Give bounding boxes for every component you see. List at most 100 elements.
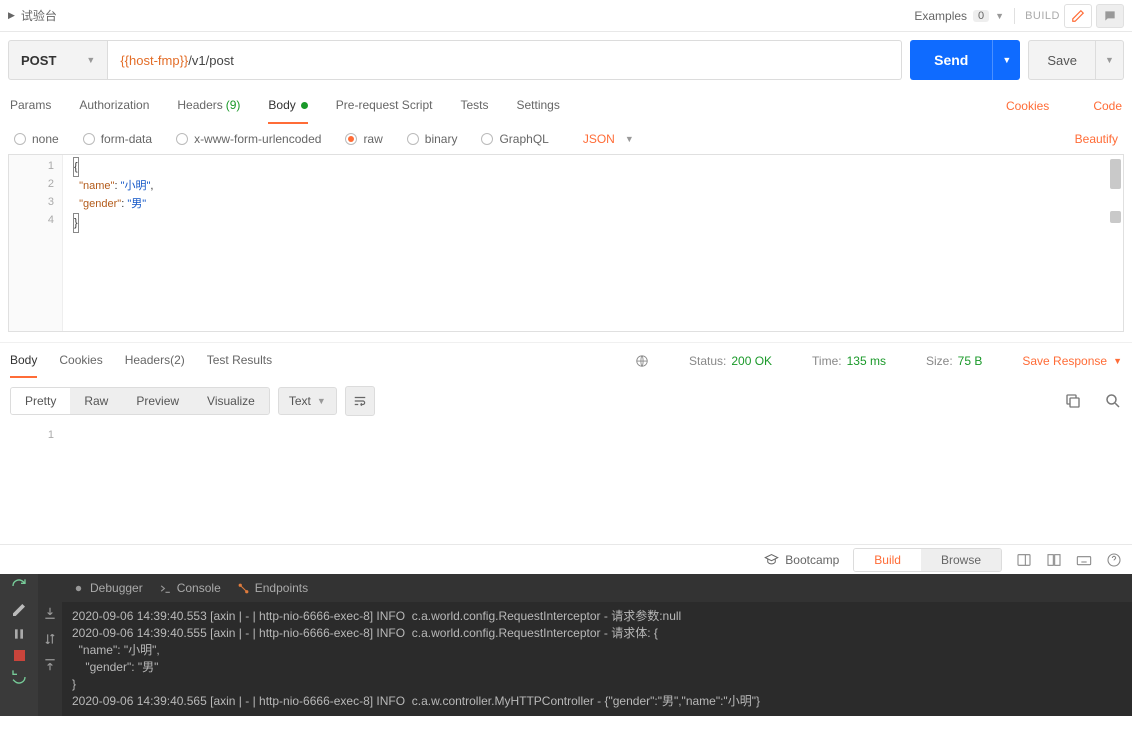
- comment-icon: [1103, 9, 1117, 23]
- tab-body[interactable]: Body: [268, 88, 307, 124]
- two-pane-icon[interactable]: [1046, 552, 1062, 568]
- download-icon[interactable]: [43, 606, 57, 620]
- url-input[interactable]: {{host-fmp}}/v1/post: [108, 40, 902, 80]
- chevron-down-icon: ▼: [86, 55, 95, 65]
- radio-binary[interactable]: binary: [407, 132, 458, 146]
- console-tab-debugger[interactable]: Debugger: [72, 581, 143, 595]
- comment-icon-button[interactable]: [1096, 4, 1124, 28]
- export-icon[interactable]: [43, 658, 57, 672]
- response-tools: Pretty Raw Preview Visualize Text ▼: [0, 378, 1132, 424]
- link-code[interactable]: Code: [1093, 99, 1122, 113]
- size-value: 75 B: [958, 354, 983, 368]
- url-row: POST ▼ {{host-fmp}}/v1/post Send ▼ Save …: [0, 32, 1132, 88]
- rerun-icon[interactable]: [11, 578, 27, 594]
- status-value: 200 OK: [731, 354, 772, 368]
- radio-none[interactable]: none: [14, 132, 59, 146]
- tab-headers[interactable]: Headers (9): [177, 88, 240, 124]
- seg-preview[interactable]: Preview: [122, 388, 193, 414]
- tab-settings[interactable]: Settings: [517, 88, 560, 124]
- panels-icon[interactable]: [1016, 552, 1032, 568]
- resp-headers-count: (2): [170, 353, 185, 367]
- url-path: /v1/post: [188, 53, 234, 68]
- console-sidebar: [0, 574, 38, 716]
- resp-tab-headers[interactable]: Headers (2): [125, 343, 185, 378]
- footer-bar: Bootcamp Build Browse: [0, 544, 1132, 574]
- body-indicator-dot: [301, 102, 308, 109]
- pencil-icon[interactable]: [11, 602, 27, 618]
- save-dropdown[interactable]: ▼: [1096, 40, 1124, 80]
- tab-params[interactable]: Params: [10, 88, 51, 124]
- tab-prerequest[interactable]: Pre-request Script: [336, 88, 433, 124]
- resp-tab-cookies[interactable]: Cookies: [59, 343, 102, 378]
- examples-dropdown[interactable]: Examples 0 ▼: [914, 9, 1004, 23]
- code-area[interactable]: { "name": "小明", "gender": "男" }: [63, 155, 1123, 331]
- console-log[interactable]: 2020-09-06 14:39:40.553 [axin | - | http…: [62, 602, 1132, 716]
- send-dropdown[interactable]: ▼: [992, 40, 1020, 80]
- restart-icon[interactable]: [11, 669, 27, 685]
- tab-authorization[interactable]: Authorization: [79, 88, 149, 124]
- gutter: 1: [8, 424, 62, 544]
- chevron-down-icon: ▼: [625, 134, 634, 144]
- search-icon[interactable]: [1104, 392, 1122, 410]
- tab-current[interactable]: ▶ 试验台: [8, 7, 57, 24]
- keyboard-icon[interactable]: [1076, 552, 1092, 568]
- chevron-down-icon: ▼: [1113, 356, 1122, 366]
- resp-tab-tests[interactable]: Test Results: [207, 343, 272, 378]
- tab-headers-label: Headers: [177, 98, 222, 112]
- radio-formdata[interactable]: form-data: [83, 132, 152, 146]
- radio-icon: [345, 133, 357, 145]
- pill-browse[interactable]: Browse: [921, 549, 1001, 571]
- tab-tests[interactable]: Tests: [460, 88, 488, 124]
- status-block: Status: 200 OK: [689, 354, 772, 368]
- seg-raw[interactable]: Raw: [70, 388, 122, 414]
- gutter: 1 2 3 4: [9, 155, 63, 331]
- tab-body-label: Body: [268, 98, 295, 112]
- send-button[interactable]: Send: [910, 40, 992, 80]
- radio-icon: [481, 133, 493, 145]
- time-value: 135 ms: [847, 354, 886, 368]
- bootcamp-link[interactable]: Bootcamp: [764, 552, 839, 567]
- examples-label: Examples: [914, 9, 967, 23]
- copy-icon[interactable]: [1064, 392, 1082, 410]
- jrebel-label: oRebel: [0, 602, 3, 634]
- build-browse-toggle: Build Browse: [853, 548, 1002, 572]
- seg-pretty[interactable]: Pretty: [11, 388, 70, 414]
- console-controls: [38, 574, 62, 716]
- response-format-dropdown[interactable]: Text ▼: [278, 387, 337, 415]
- time-block: Time: 135 ms: [812, 354, 886, 368]
- format-dropdown[interactable]: JSON ▼: [583, 132, 634, 146]
- size-block: Size: 75 B: [926, 354, 982, 368]
- resp-tab-body[interactable]: Body: [10, 343, 37, 378]
- seg-visualize[interactable]: Visualize: [193, 388, 269, 414]
- radio-raw[interactable]: raw: [345, 132, 382, 146]
- help-icon[interactable]: [1106, 552, 1122, 568]
- wrap-lines-button[interactable]: [345, 386, 375, 416]
- console-tab-console[interactable]: Console: [159, 581, 221, 595]
- beautify-link[interactable]: Beautify: [1075, 132, 1118, 146]
- pencil-icon-button[interactable]: [1064, 4, 1092, 28]
- chevron-right-icon: ▶: [8, 10, 15, 21]
- terminal-icon: [159, 582, 172, 595]
- top-bar: ▶ 试验台 Examples 0 ▼ BUILD: [0, 0, 1132, 32]
- response-body-editor[interactable]: 1: [8, 424, 1124, 544]
- pill-build[interactable]: Build: [854, 549, 921, 571]
- view-mode-segment: Pretty Raw Preview Visualize: [10, 387, 270, 415]
- method-selector[interactable]: POST ▼: [8, 40, 108, 80]
- build-label: BUILD: [1025, 10, 1060, 22]
- headers-count: (9): [226, 98, 241, 112]
- scrollbar-thumb[interactable]: [1110, 159, 1121, 189]
- radio-xwww[interactable]: x-www-form-urlencoded: [176, 132, 321, 146]
- stop-icon[interactable]: [14, 650, 25, 661]
- pause-icon[interactable]: [11, 626, 27, 642]
- sort-icon[interactable]: [43, 632, 57, 646]
- console-tab-endpoints[interactable]: Endpoints: [237, 581, 308, 595]
- link-cookies[interactable]: Cookies: [1006, 99, 1049, 113]
- wrap-icon: [353, 394, 367, 408]
- save-button[interactable]: Save: [1028, 40, 1096, 80]
- request-body-editor[interactable]: 1 2 3 4 { "name": "小明", "gender": "男" }: [8, 154, 1124, 332]
- save-response-dropdown[interactable]: Save Response ▼: [1022, 354, 1122, 368]
- divider: [1014, 8, 1015, 24]
- globe-icon[interactable]: [635, 354, 649, 368]
- scrollbar-thumb[interactable]: [1110, 211, 1121, 223]
- radio-graphql[interactable]: GraphQL: [481, 132, 548, 146]
